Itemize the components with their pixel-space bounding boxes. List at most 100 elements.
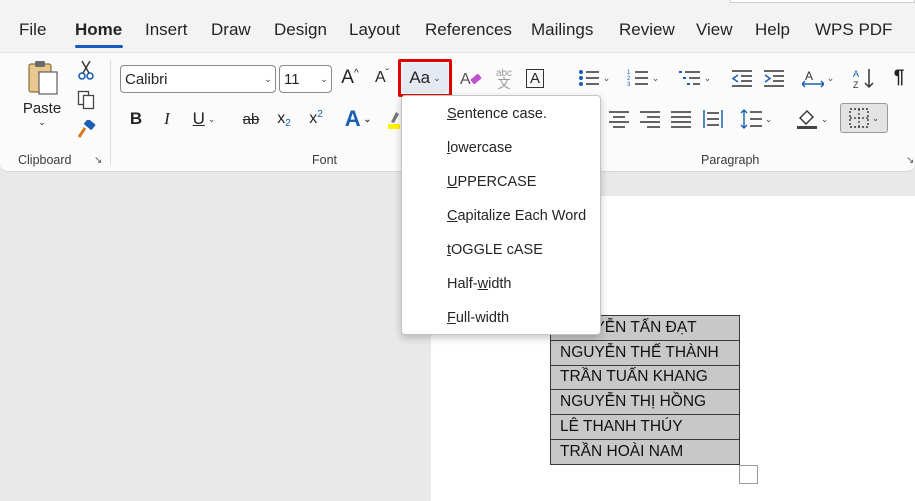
- menu-item-sentence-case[interactable]: Sentence case.: [447, 106, 547, 122]
- menu-item-lowercase[interactable]: lowercase: [447, 140, 512, 156]
- multilevel-list-button[interactable]: ⌄: [674, 64, 716, 92]
- bullets-button[interactable]: ⌄: [573, 64, 615, 92]
- highlight-button[interactable]: [388, 108, 400, 130]
- numbering-button[interactable]: 1 2 3 ⌄: [622, 64, 664, 92]
- copy-button[interactable]: [74, 88, 98, 112]
- font-size-chevron-icon[interactable]: ⌄: [317, 74, 331, 85]
- tab-design[interactable]: Design: [274, 20, 327, 40]
- shrink-arrow: ˇ: [385, 68, 389, 79]
- menu-item-full-width[interactable]: Full-width: [447, 310, 509, 326]
- menu-item-accelerator: w: [477, 276, 489, 292]
- numbering-icon: 123: [627, 68, 649, 88]
- decrease-indent-icon: [732, 69, 752, 87]
- font-group-label: Font: [312, 153, 338, 167]
- font-name-combo[interactable]: Calibri ⌄: [120, 65, 276, 93]
- menu-item-uppercase[interactable]: UPPERCASE: [447, 174, 536, 190]
- phonetic-guide-button[interactable]: abc 文: [490, 64, 518, 92]
- strikethrough-button[interactable]: ab: [238, 106, 264, 132]
- tab-references[interactable]: References: [425, 20, 512, 40]
- table-cell[interactable]: NGUYỄN THỊ HỒNG: [550, 389, 740, 416]
- paste-button[interactable]: Paste ⌄: [20, 58, 64, 140]
- justify-button[interactable]: [668, 106, 694, 132]
- menu-item-capitalize-each-word[interactable]: Capitalize Each Word: [447, 208, 586, 224]
- line-spacing-button[interactable]: ⌄: [735, 106, 777, 132]
- multilevel-chevron-icon: ⌄: [703, 72, 712, 83]
- paste-label: Paste: [22, 100, 62, 117]
- table-resize-handle[interactable]: [739, 465, 758, 484]
- paragraph-dialog-launcher-icon[interactable]: ↘: [906, 155, 914, 166]
- grow-font-button[interactable]: A ^: [337, 64, 363, 92]
- text-effects-button[interactable]: A ⌄: [336, 104, 380, 134]
- tab-draw[interactable]: Draw: [211, 20, 251, 40]
- shrink-font-button[interactable]: Aˇ: [370, 64, 394, 92]
- menu-item-text: idth: [488, 276, 512, 292]
- decrease-indent-button[interactable]: [729, 64, 755, 92]
- superscript-button[interactable]: x2: [304, 106, 328, 132]
- underline-button[interactable]: U ⌄: [186, 106, 222, 132]
- tab-file[interactable]: File: [19, 20, 46, 40]
- menu-item-text: owercase: [450, 140, 513, 156]
- italic-button[interactable]: I: [155, 106, 179, 132]
- tab-mailings[interactable]: Mailings: [531, 20, 593, 40]
- increase-indent-button[interactable]: [761, 64, 787, 92]
- font-size-combo[interactable]: 11 ⌄: [279, 65, 332, 93]
- bullets-icon: [578, 68, 600, 88]
- table-row: TRẦN TUẤN KHANG: [550, 364, 740, 391]
- cut-button[interactable]: [74, 58, 98, 82]
- table-row: NGUYỄN THẾ THÀNH: [550, 339, 740, 366]
- superscript-mark: 2: [317, 109, 323, 120]
- align-center-button[interactable]: [606, 106, 632, 132]
- menu-item-accelerator: S: [447, 106, 457, 122]
- format-painter-button[interactable]: [74, 118, 98, 142]
- tab-home[interactable]: Home: [75, 20, 122, 40]
- clipboard-dialog-launcher-icon[interactable]: ↘: [94, 155, 102, 166]
- table-row: NGUYỄN THỊ HỒNG: [550, 389, 740, 416]
- sort-button[interactable]: AZ: [850, 64, 878, 92]
- superscript-icon: x: [309, 110, 318, 127]
- search-box-edge[interactable]: [730, 0, 915, 3]
- borders-button[interactable]: ⌄: [840, 103, 888, 133]
- tab-view[interactable]: View: [696, 20, 733, 40]
- shading-button[interactable]: ⌄: [790, 106, 834, 132]
- align-center-icon: [609, 110, 629, 128]
- paste-dropdown-chevron-icon[interactable]: ⌄: [38, 117, 46, 128]
- tab-layout[interactable]: Layout: [349, 20, 400, 40]
- table-cell[interactable]: NGUYỄN THẾ THÀNH: [550, 339, 740, 366]
- table-cell[interactable]: TRẦN HOÀI NAM: [550, 438, 740, 465]
- text-direction-button[interactable]: A ⌄: [797, 64, 839, 92]
- menu-item-toggle-case[interactable]: tOGGLE cASE: [447, 242, 543, 258]
- menu-item-text: PPERCASE: [457, 174, 537, 190]
- clear-formatting-button[interactable]: A: [457, 64, 485, 92]
- line-spacing-icon: [740, 109, 762, 129]
- change-case-highlight: [398, 59, 452, 97]
- menu-item-text: apitalize Each Word: [457, 208, 587, 224]
- names-table[interactable]: NGUYỄN TẤN ĐẠT NGUYỄN THẾ THÀNH TRẦN TUẤ…: [550, 315, 740, 465]
- bold-button[interactable]: B: [124, 106, 148, 132]
- subscript-button[interactable]: x2: [272, 106, 296, 132]
- text-direction-icon: A: [801, 68, 824, 88]
- show-marks-button[interactable]: ¶: [887, 64, 911, 92]
- tab-insert[interactable]: Insert: [145, 20, 188, 40]
- distributed-button[interactable]: [700, 106, 726, 132]
- font-name-chevron-icon[interactable]: ⌄: [261, 74, 275, 85]
- grow-font-icon: A: [341, 67, 354, 88]
- table-cell[interactable]: TRẦN TUẤN KHANG: [550, 364, 740, 391]
- align-right-button[interactable]: [637, 106, 663, 132]
- text-effects-icon: A: [344, 106, 361, 131]
- tab-help[interactable]: Help: [755, 20, 790, 40]
- subscript-icon: x: [277, 110, 286, 127]
- tab-review[interactable]: Review: [619, 20, 675, 40]
- shading-icon: [796, 108, 818, 130]
- paste-icon: [22, 58, 62, 98]
- menu-item-accelerator: C: [447, 208, 458, 224]
- menu-item-prefix: Half-: [447, 276, 478, 292]
- change-case-menu: Sentence case. lowercase UPPERCASE Capit…: [401, 95, 601, 335]
- menu-item-accelerator: F: [447, 310, 456, 326]
- shading-chevron-icon: ⌄: [820, 113, 829, 124]
- tab-wps-pdf[interactable]: WPS PDF: [815, 20, 892, 40]
- table-cell[interactable]: LÊ THANH THÚY: [550, 414, 740, 440]
- group-separator: [110, 60, 111, 165]
- character-border-button[interactable]: A: [523, 64, 547, 92]
- highlight-icon: [388, 108, 400, 130]
- menu-item-half-width[interactable]: Half-width: [447, 276, 512, 292]
